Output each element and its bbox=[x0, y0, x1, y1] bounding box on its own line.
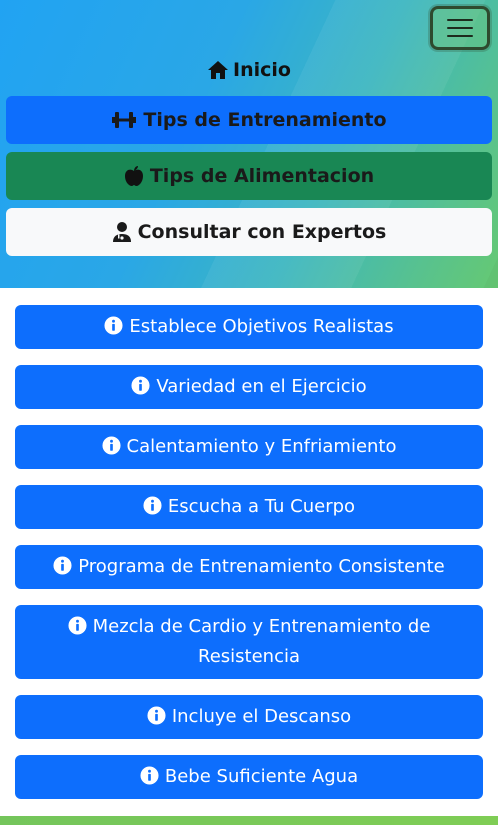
tip-label: Programa de Entrenamiento Consistente bbox=[78, 556, 445, 577]
hamburger-icon-line bbox=[447, 19, 473, 21]
tip-button[interactable]: Variedad en el Ejercicio bbox=[15, 365, 483, 409]
tip-button[interactable]: Incluye el Descanso bbox=[15, 695, 483, 739]
nav-button-food[interactable]: Tips de Alimentacion bbox=[6, 152, 492, 200]
tip-button[interactable]: Establece Objetivos Realistas bbox=[15, 305, 483, 349]
house-icon bbox=[208, 61, 229, 79]
nav-button-training[interactable]: Tips de Entrenamiento bbox=[6, 96, 492, 144]
apple-icon bbox=[124, 166, 143, 186]
footer-strip bbox=[0, 816, 498, 825]
nav-home-label: Inicio bbox=[233, 59, 291, 81]
tips-panel: Establece Objetivos Realistas Variedad e… bbox=[0, 288, 498, 816]
nav-training-label: Tips de Entrenamiento bbox=[143, 109, 387, 131]
info-circle-icon bbox=[143, 496, 162, 515]
nav-button-experts[interactable]: Consultar con Expertos bbox=[6, 208, 492, 256]
nav-experts-label: Consultar con Expertos bbox=[137, 221, 387, 243]
nav-link-home[interactable]: Inicio bbox=[0, 57, 498, 83]
dumbbell-icon bbox=[112, 112, 137, 128]
tip-label: Calentamiento y Enfriamiento bbox=[126, 436, 397, 457]
tip-label: Bebe Suficiente Agua bbox=[164, 766, 359, 787]
menu-toggle-button[interactable] bbox=[430, 6, 490, 50]
hamburger-icon-line bbox=[447, 35, 473, 37]
tip-button[interactable]: Bebe Suficiente Agua bbox=[15, 755, 483, 799]
info-circle-icon bbox=[53, 556, 72, 575]
info-circle-icon bbox=[68, 616, 87, 635]
doctor-icon bbox=[112, 222, 131, 242]
tip-button[interactable]: Programa de Entrenamiento Consistente bbox=[15, 545, 483, 589]
tip-label: Incluye el Descanso bbox=[171, 706, 352, 727]
tip-label: Variedad en el Ejercicio bbox=[156, 376, 367, 397]
nav-food-label: Tips de Alimentacion bbox=[149, 165, 375, 187]
info-circle-icon bbox=[147, 706, 166, 725]
tip-button[interactable]: Mezcla de Cardio y Entrenamiento de Resi… bbox=[15, 605, 483, 679]
tip-button[interactable]: Calentamiento y Enfriamiento bbox=[15, 425, 483, 469]
hamburger-icon-line bbox=[447, 27, 473, 29]
tip-label: Establece Objetivos Realistas bbox=[129, 316, 394, 337]
tip-label: Mezcla de Cardio y Entrenamiento de Resi… bbox=[92, 616, 431, 667]
tip-button[interactable]: Escucha a Tu Cuerpo bbox=[15, 485, 483, 529]
info-circle-icon bbox=[131, 376, 150, 395]
tip-label: Escucha a Tu Cuerpo bbox=[167, 496, 356, 517]
info-circle-icon bbox=[101, 436, 121, 455]
info-circle-icon bbox=[140, 766, 159, 785]
info-circle-icon bbox=[104, 316, 123, 335]
